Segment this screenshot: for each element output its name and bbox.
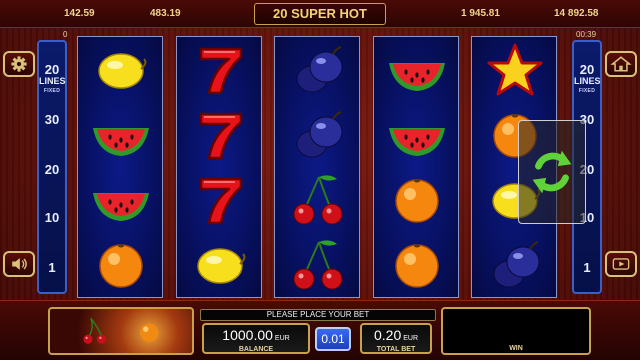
jackpot-value-4: 14 892.58 bbox=[554, 8, 599, 19]
line-marker: 1 bbox=[48, 260, 56, 275]
seven-symbol bbox=[177, 104, 263, 168]
speaker-icon bbox=[12, 258, 27, 270]
watermelon-symbol bbox=[374, 104, 460, 168]
total-bet-value: 0.20 bbox=[373, 327, 402, 343]
jackpot-value-1: 142.59 bbox=[64, 8, 95, 19]
jackpot-bar: 142.59 483.19 20 SUPER HOT 1 945.81 14 8… bbox=[0, 0, 640, 28]
balance-currency: EUR bbox=[274, 335, 290, 342]
plum-symbol bbox=[275, 39, 361, 103]
reel-2 bbox=[176, 36, 262, 298]
line-marker: 20 bbox=[44, 162, 60, 177]
spin-button[interactable] bbox=[518, 120, 586, 224]
game-logo bbox=[48, 307, 194, 355]
fixed-label: FIXED bbox=[578, 88, 596, 94]
win-label: WIN bbox=[509, 345, 523, 352]
logo-orange bbox=[140, 323, 159, 342]
lines-label: LINES bbox=[39, 76, 66, 86]
left-counter: 0 bbox=[63, 30, 68, 39]
denomination-button[interactable]: 0.01 bbox=[315, 327, 351, 351]
game-title: 20 SUPER HOT bbox=[254, 3, 386, 25]
jackpot-value-2: 483.19 bbox=[150, 8, 181, 19]
balance-label: BALANCE bbox=[238, 346, 274, 353]
reel-3 bbox=[274, 36, 360, 298]
history-button[interactable] bbox=[605, 251, 637, 277]
gear-icon bbox=[11, 56, 27, 72]
settings-button[interactable] bbox=[3, 51, 35, 77]
orange-symbol bbox=[374, 169, 460, 233]
reel-4 bbox=[373, 36, 459, 298]
orange-symbol bbox=[374, 234, 460, 298]
seven-symbol bbox=[177, 169, 263, 233]
home-button[interactable] bbox=[605, 51, 637, 77]
history-icon bbox=[612, 258, 630, 270]
lemon-symbol bbox=[177, 234, 263, 298]
watermelon-symbol bbox=[78, 104, 164, 168]
sound-button[interactable] bbox=[3, 251, 35, 277]
total-bet-currency: EUR bbox=[403, 335, 419, 342]
watermelon-symbol bbox=[78, 169, 164, 233]
seven-symbol bbox=[177, 39, 263, 103]
lines-count: 20 bbox=[579, 62, 595, 77]
lines-count: 20 bbox=[44, 62, 60, 77]
lines-label: LINES bbox=[574, 76, 601, 86]
total-bet-display[interactable]: 0.20 EUR TOTAL BET bbox=[360, 323, 432, 354]
plum-symbol bbox=[275, 104, 361, 168]
line-marker: 10 bbox=[44, 210, 60, 225]
line-marker: 1 bbox=[583, 260, 591, 275]
home-icon bbox=[610, 56, 632, 72]
cherries-symbol bbox=[275, 169, 361, 233]
orange-symbol bbox=[78, 234, 164, 298]
timer: 00:39 bbox=[576, 30, 597, 39]
line-marker: 30 bbox=[44, 112, 60, 127]
reel-1 bbox=[77, 36, 163, 298]
fixed-label: FIXED bbox=[43, 88, 61, 94]
total-bet-label: TOTAL BET bbox=[376, 346, 416, 353]
status-message: PLEASE PLACE YOUR BET bbox=[200, 309, 436, 321]
balance-display: 1000.00 EUR BALANCE bbox=[202, 323, 310, 354]
watermelon-symbol bbox=[374, 39, 460, 103]
star-symbol bbox=[472, 39, 558, 103]
win-display: WIN bbox=[441, 307, 591, 355]
jackpot-value-3: 1 945.81 bbox=[461, 8, 500, 19]
spin-arrows-icon bbox=[532, 150, 572, 194]
logo-cherries bbox=[83, 317, 107, 344]
lines-panel-left: 20 LINES FIXED 30 20 10 1 bbox=[37, 40, 67, 294]
balance-value: 1000.00 bbox=[222, 327, 273, 343]
cherries-symbol bbox=[275, 234, 361, 298]
plum-symbol bbox=[472, 234, 558, 298]
lemon-symbol bbox=[78, 39, 164, 103]
